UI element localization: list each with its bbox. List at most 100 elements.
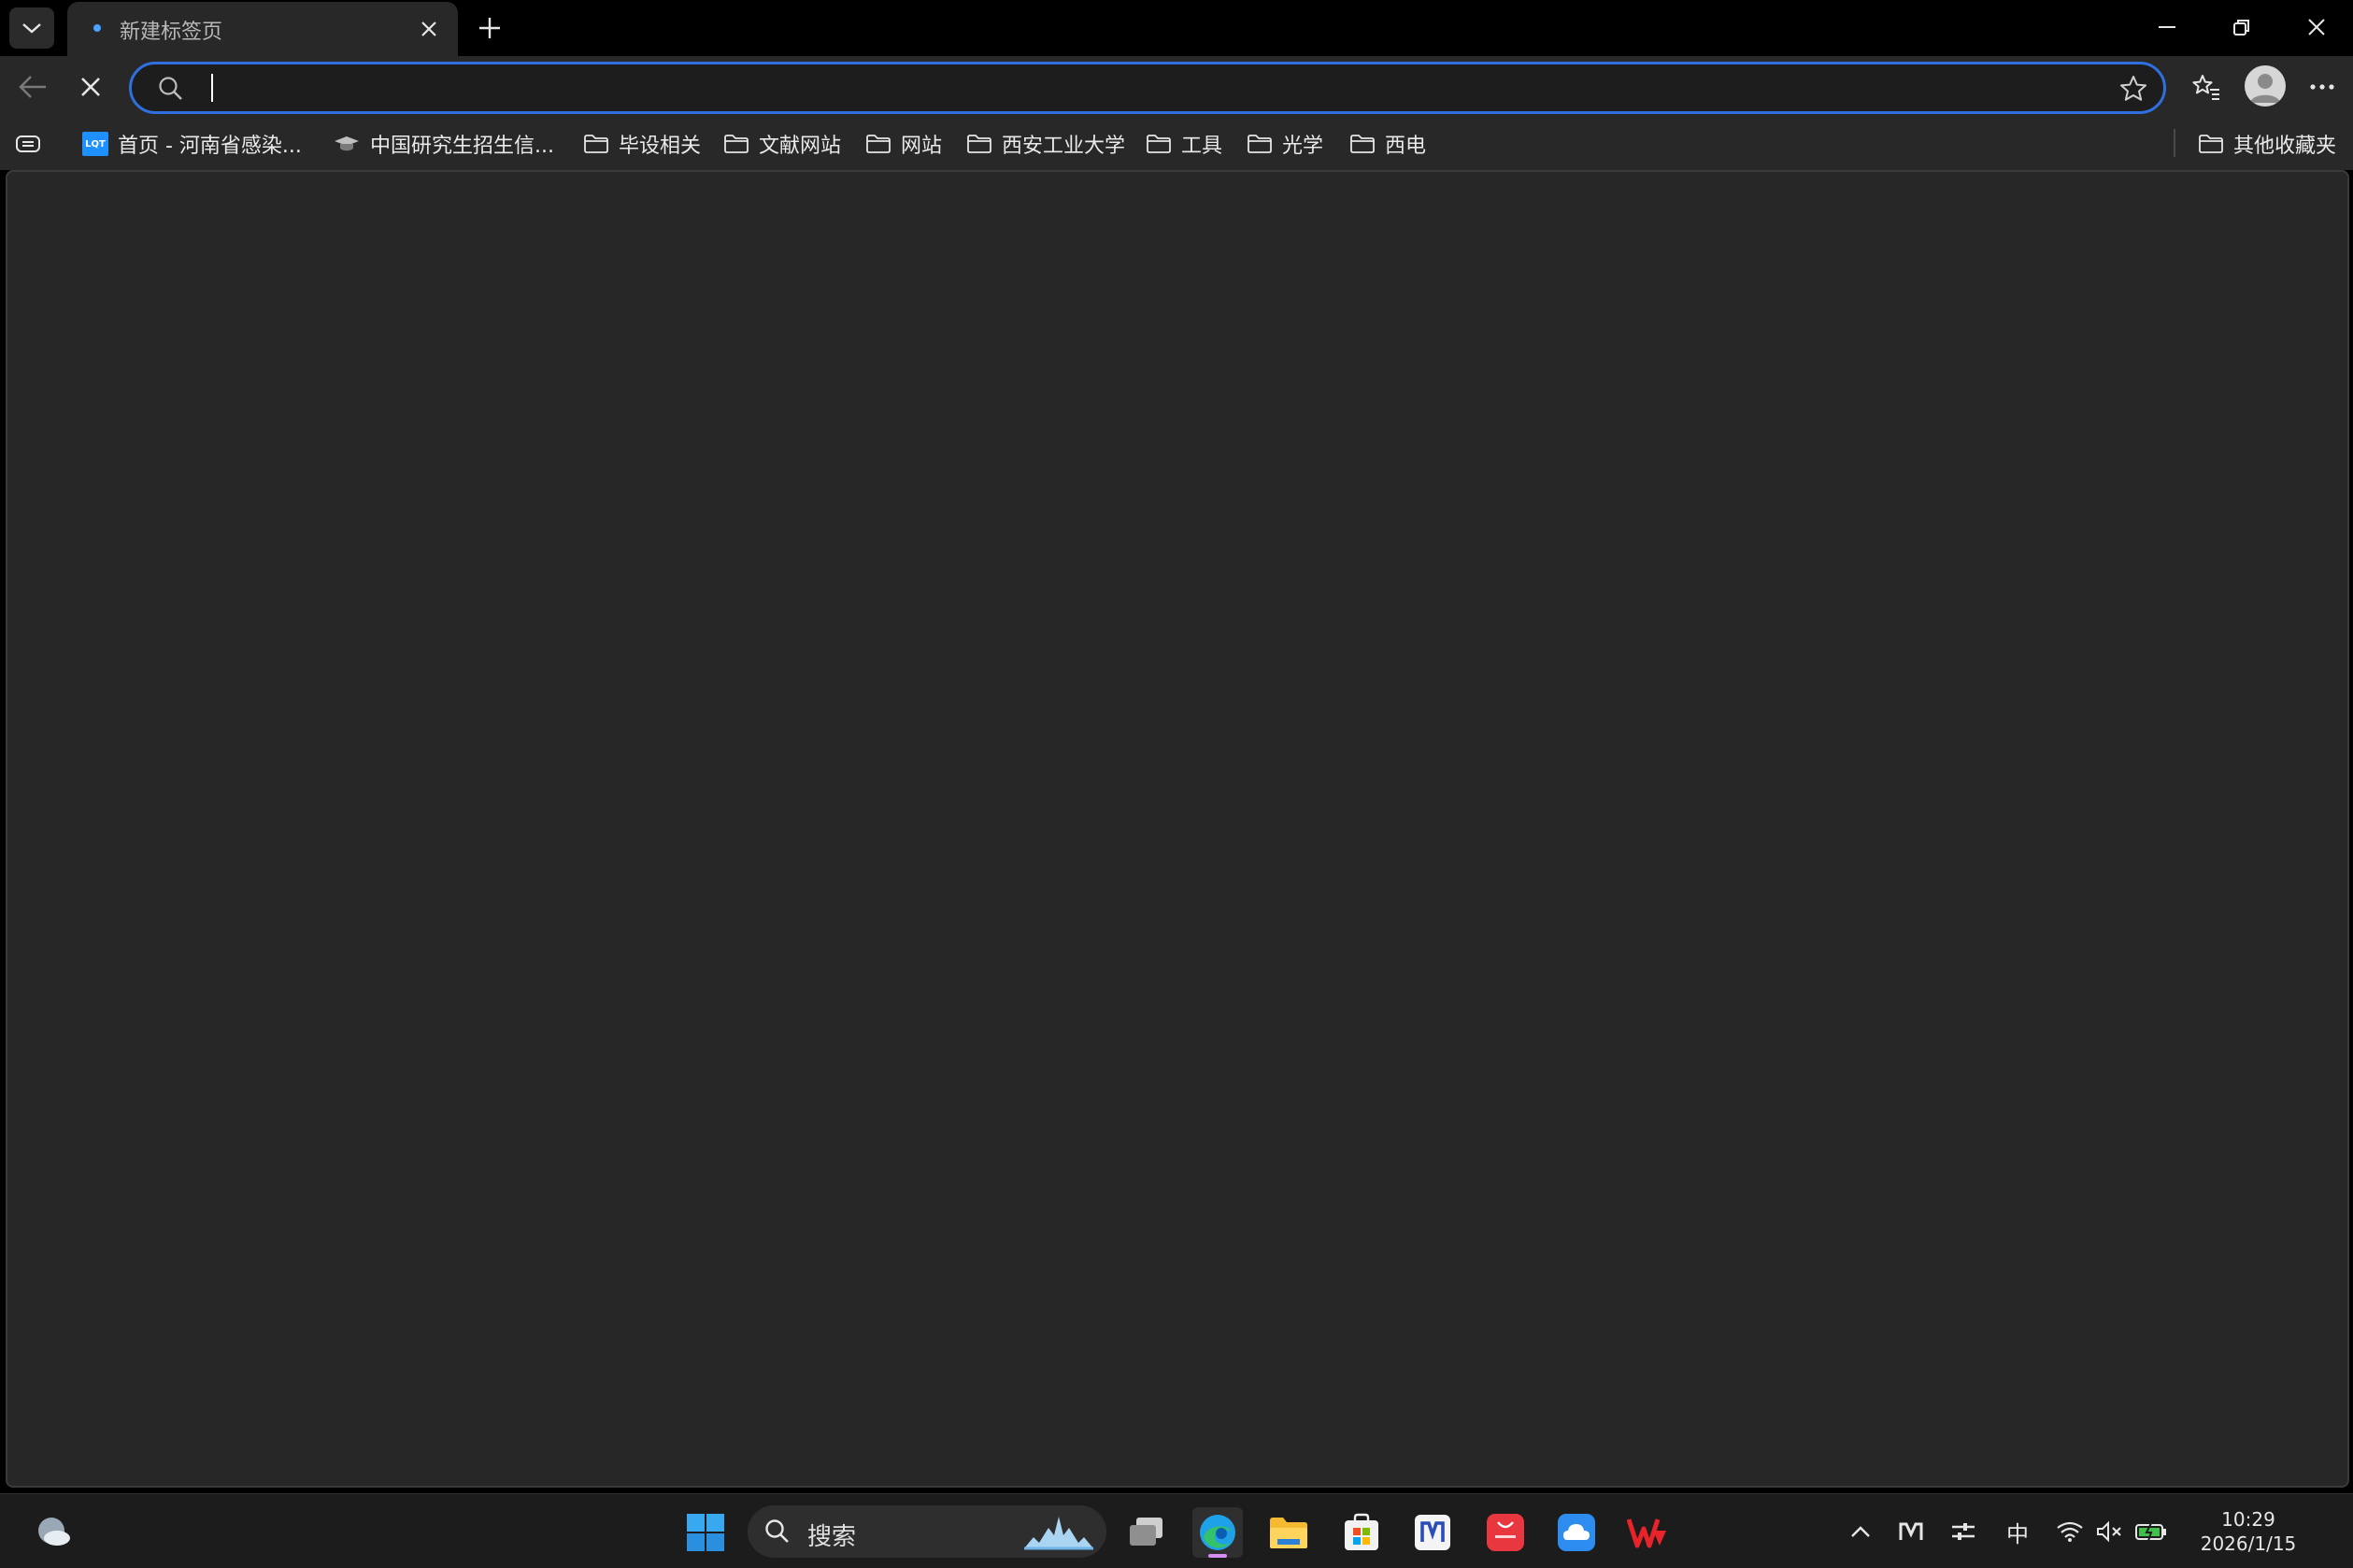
minimize-icon	[2159, 26, 2175, 28]
search-label: 搜索	[807, 1523, 857, 1551]
favorites-star-list-icon	[2192, 75, 2219, 100]
bookmark-label: 毕设相关	[619, 135, 702, 158]
taskbar-file-explorer-button[interactable]	[1263, 1507, 1314, 1558]
task-view-button[interactable]	[1121, 1507, 1172, 1558]
folder-icon	[866, 135, 891, 153]
tab-strip: 新建标签页	[0, 0, 2353, 56]
search-icon	[159, 77, 182, 100]
restore-icon	[2233, 20, 2249, 36]
bookmark-label: 其他收藏夹	[2233, 135, 2337, 158]
start-button[interactable]	[680, 1507, 731, 1558]
collections-icon	[16, 135, 40, 152]
bookmark-item[interactable]: 中国研究生招生信...	[333, 127, 554, 161]
edge-browser-icon	[1200, 1515, 1235, 1550]
other-favorites-folder[interactable]: 其他收藏夹	[2198, 127, 2336, 161]
close-window-button[interactable]	[2280, 0, 2353, 54]
back-button[interactable]	[11, 65, 54, 108]
tray-m-app-button[interactable]	[1895, 1511, 1927, 1552]
loading-dot-icon	[93, 24, 101, 32]
folder-icon	[724, 135, 749, 153]
chevron-down-icon	[22, 23, 41, 34]
chevron-up-icon	[1851, 1526, 1870, 1537]
m-app-icon	[1415, 1515, 1450, 1550]
show-hidden-icons-button[interactable]	[1847, 1511, 1875, 1552]
close-icon	[421, 21, 436, 36]
close-icon	[81, 78, 100, 96]
bookmark-folder[interactable]: 文献网站	[723, 127, 841, 161]
arrow-left-icon	[19, 76, 46, 98]
battery-charging-icon	[2135, 1522, 2166, 1542]
bookmark-label: 西安工业大学	[1002, 135, 1126, 158]
taskbar-huawei-app-button[interactable]	[1480, 1507, 1531, 1558]
address-input[interactable]	[210, 70, 2079, 106]
tab-collections-button[interactable]	[15, 127, 41, 161]
microsoft-store-icon	[1345, 1513, 1378, 1550]
bookmark-label: 光学	[1282, 135, 1324, 158]
weather-cloud-icon	[38, 1518, 70, 1546]
tray-network-button[interactable]	[2052, 1511, 2088, 1552]
favorites-bar: LQT 首页 - 河南省感染... 中国研究生招生信... 毕设相关 文献网站 …	[0, 118, 2353, 170]
folder-icon	[1147, 135, 1171, 153]
plus-icon	[479, 18, 500, 38]
sliders-icon	[1952, 1523, 1975, 1540]
favorites-button[interactable]	[2185, 65, 2228, 108]
folder-icon	[2199, 135, 2223, 153]
bookmark-label: 首页 - 河南省感染...	[118, 135, 302, 158]
bookmark-folder[interactable]: 西安工业大学	[966, 127, 1125, 161]
tray-battery-button[interactable]	[2132, 1511, 2170, 1552]
bookmarks-divider	[2174, 129, 2175, 157]
graduation-cap-icon	[335, 136, 359, 151]
text-caret	[211, 74, 213, 102]
tray-volume-button[interactable]	[2091, 1511, 2127, 1552]
bookmark-label: 西电	[1385, 135, 1427, 158]
bookmark-label: 网站	[901, 135, 943, 158]
weather-widget-button[interactable]	[28, 1507, 78, 1558]
bookmark-folder[interactable]: 西电	[1349, 127, 1426, 161]
close-icon	[2308, 19, 2325, 36]
windows-taskbar: 搜索 中 10:29 2026/1/15	[0, 1493, 2353, 1568]
profile-avatar[interactable]	[2245, 65, 2286, 107]
taskbar-wps-button[interactable]	[1622, 1507, 1673, 1558]
tab-close-button[interactable]	[413, 13, 445, 45]
taskbar-store-button[interactable]	[1336, 1507, 1387, 1558]
restore-button[interactable]	[2205, 0, 2278, 54]
address-bar[interactable]	[129, 62, 2166, 114]
tray-settings-button[interactable]	[1947, 1511, 1979, 1552]
browser-toolbar	[0, 56, 2353, 118]
volume-muted-icon	[2097, 1520, 2121, 1543]
add-favorite-star-icon[interactable]	[2118, 74, 2148, 104]
bookmark-folder[interactable]: 网站	[865, 127, 942, 161]
taskbar-search-box[interactable]: 搜索	[748, 1505, 1106, 1558]
wifi-icon	[2057, 1521, 2083, 1542]
bookmark-folder[interactable]: 工具	[1146, 127, 1222, 161]
settings-more-button[interactable]	[2301, 65, 2344, 108]
cloud-app-icon	[1558, 1514, 1595, 1551]
bookmark-folder[interactable]: 光学	[1247, 127, 1323, 161]
tab-new-tab[interactable]: 新建标签页	[67, 2, 458, 56]
minimize-button[interactable]	[2131, 0, 2203, 54]
folder-icon	[1270, 1518, 1307, 1548]
input-method-indicator[interactable]: 中	[2002, 1511, 2033, 1552]
wps-office-icon	[1627, 1518, 1666, 1548]
folder-icon	[967, 135, 991, 153]
search-highlight-landmark-icon	[1024, 1517, 1093, 1550]
tab-actions-menu-button[interactable]	[9, 7, 54, 49]
taskbar-edge-button[interactable]	[1192, 1507, 1243, 1558]
new-tab-button[interactable]	[469, 7, 510, 49]
bookmark-folder[interactable]: 毕设相关	[583, 127, 701, 161]
clock-date: 2026/1/15	[2200, 1532, 2297, 1555]
taskbar-clock[interactable]: 10:29 2026/1/15	[2192, 1507, 2304, 1556]
search-icon	[765, 1519, 789, 1543]
page-content-area[interactable]	[6, 170, 2349, 1488]
huawei-appgallery-icon	[1487, 1514, 1524, 1551]
taskbar-cloud-app-button[interactable]	[1551, 1507, 1602, 1558]
folder-icon	[1248, 135, 1272, 153]
bookmark-label: 文献网站	[759, 135, 842, 158]
bookmark-label: 中国研究生招生信...	[370, 135, 554, 158]
task-view-icon	[1130, 1518, 1162, 1546]
bookmark-item[interactable]: LQT 首页 - 河南省感染...	[82, 127, 302, 161]
stop-loading-button[interactable]	[69, 65, 112, 108]
m-app-tray-icon	[1899, 1522, 1923, 1540]
taskbar-m-app-button[interactable]	[1407, 1507, 1458, 1558]
clock-time: 10:29	[2221, 1508, 2275, 1531]
